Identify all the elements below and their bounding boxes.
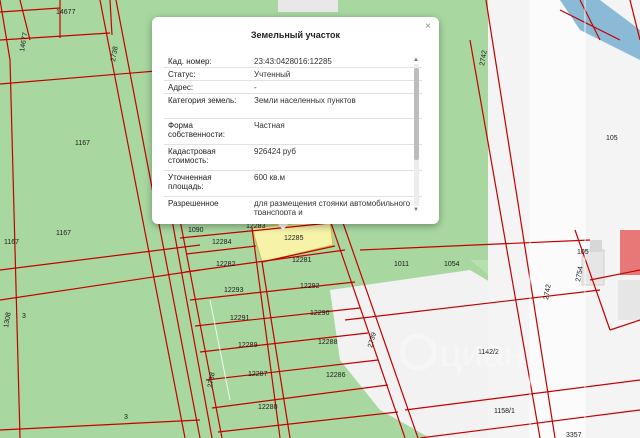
parcel-label: 12291 <box>230 315 250 322</box>
popup-body[interactable]: Кад. номер: 23:43:0428016:12285 Статус: … <box>164 55 422 215</box>
parcel-label: 3357 <box>566 432 582 438</box>
popup-title: Земельный участок <box>250 30 341 40</box>
info-key: Форма собственности: <box>168 121 225 139</box>
info-key: Статус: <box>168 70 196 79</box>
info-row-area: Уточненная площадь: 600 кв.м <box>164 171 422 197</box>
building-red <box>620 230 640 275</box>
parcel-label: 1167 <box>4 239 19 246</box>
parcel-label: 12289 <box>238 342 258 349</box>
parcel-label: 1054 <box>444 261 460 268</box>
parcel-label: 105 <box>606 135 618 142</box>
parcel-label: 12286 <box>326 372 346 379</box>
info-value: - <box>254 83 257 92</box>
parcel-label: 12288 <box>318 339 338 346</box>
parcel-info-popup: Земельный участок × Кад. номер: 23:43:04… <box>152 17 439 224</box>
watermark-text: циан <box>440 333 525 375</box>
info-row-cadastral-value: Кадастровая стоимость: 926424 руб <box>164 145 422 171</box>
parcel-label: 12281 <box>292 257 312 264</box>
parcel-label: 14677 <box>56 9 76 16</box>
info-row-permitted-use: Разрешенное для размещения стоянки автом… <box>164 197 422 215</box>
info-key: Разрешенное <box>168 199 219 208</box>
parcel-label: 105 <box>577 249 589 256</box>
close-icon[interactable]: × <box>425 22 431 32</box>
road-lane <box>530 0 585 438</box>
parcel-label: 1158/1 <box>494 408 515 415</box>
parcel-label: 12283 <box>246 223 266 230</box>
info-value: 23:43:0428016:12285 <box>254 57 332 66</box>
parcel-label: 1167 <box>56 230 71 237</box>
info-key: Кадастровая стоимость: <box>168 147 216 165</box>
parcel-label: 1011 <box>394 261 409 268</box>
parcel-label: 12284 <box>212 239 232 246</box>
parcel-label: 12280 <box>258 404 278 411</box>
info-key: Кад. номер: <box>168 57 212 66</box>
info-value: Земли населенных пунктов <box>254 96 356 105</box>
scroll-down-icon[interactable]: ▼ <box>412 206 420 214</box>
info-value: 926424 руб <box>254 147 296 156</box>
building <box>618 280 640 320</box>
parcel-label: 12290 <box>310 310 330 317</box>
info-value: 600 кв.м <box>254 173 286 182</box>
building <box>590 240 602 252</box>
info-key: Адрес: <box>168 83 194 92</box>
info-value: для размещения стоянки автомобильного тр… <box>254 199 411 215</box>
parcel-label: 12282 <box>216 261 236 268</box>
building <box>278 0 338 12</box>
scrollbar-thumb[interactable] <box>414 68 419 160</box>
info-key: Уточненная площадь: <box>168 173 212 191</box>
info-row-ownership: Форма собственности: Частная <box>164 119 422 145</box>
info-value: Учтенный <box>254 70 291 79</box>
parcel-label: 12292 <box>300 283 320 290</box>
scroll-up-icon[interactable]: ▲ <box>412 56 420 64</box>
info-row-land-category: Категория земель: Земли населенных пункт… <box>164 94 422 119</box>
info-row-address: Адрес: - <box>164 81 422 94</box>
info-row-status: Статус: Учтенный <box>164 68 422 81</box>
parcel-label: 3 <box>22 313 26 320</box>
parcel-label: 3 <box>124 414 128 421</box>
info-key: Категория земель: <box>168 96 237 105</box>
parcel-label: 1090 <box>188 227 204 234</box>
parcel-label: 12293 <box>224 287 244 294</box>
info-value: Частная <box>254 121 285 130</box>
parcel-label: 12287 <box>248 371 268 378</box>
info-row-cadastral-number: Кад. номер: 23:43:0428016:12285 <box>164 55 422 68</box>
parcel-label: 12285 <box>284 235 304 242</box>
popup-scrollbar[interactable]: ▲ ▼ <box>412 56 420 214</box>
parcel-label: 1167 <box>75 140 90 147</box>
